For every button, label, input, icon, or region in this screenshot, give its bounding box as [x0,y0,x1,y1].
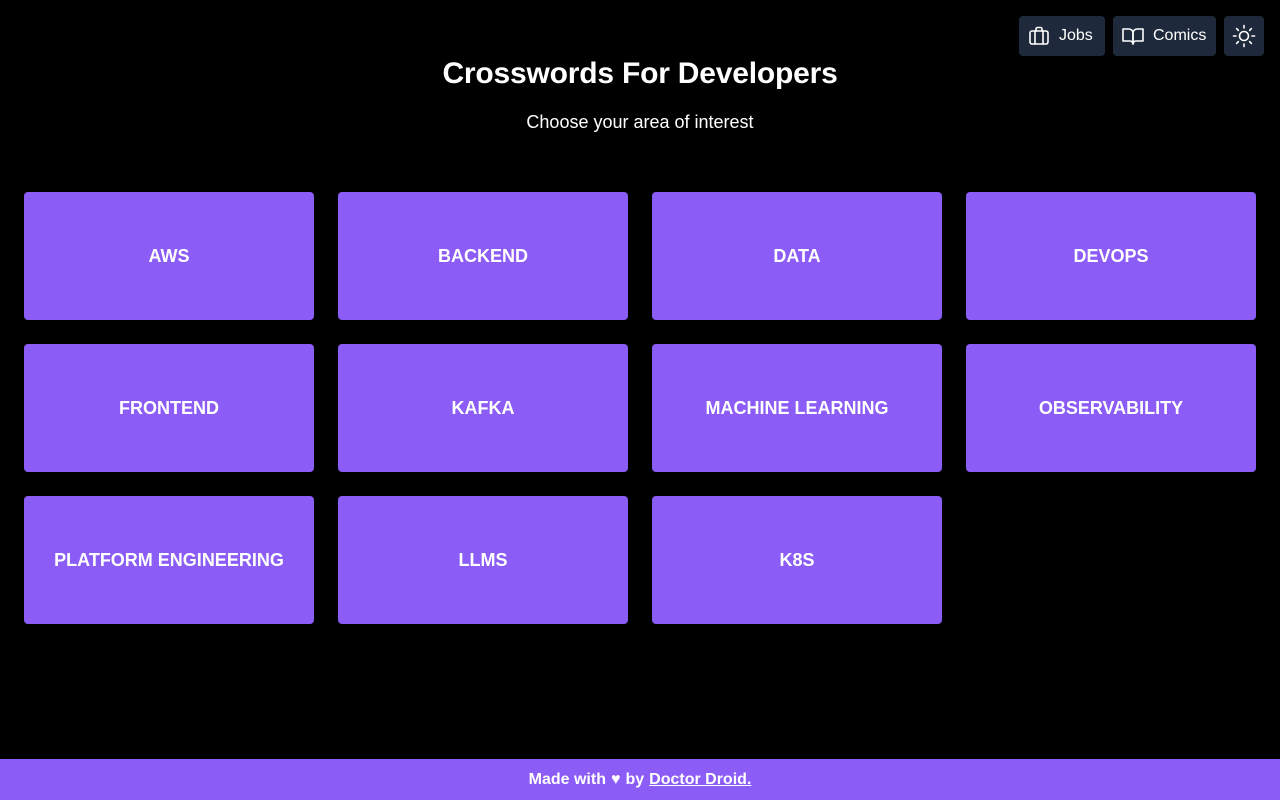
footer: Made with ♥ by Doctor Droid. [0,759,1280,800]
theme-toggle-button[interactable] [1224,16,1264,56]
doctor-droid-link[interactable]: Doctor Droid. [649,771,751,789]
topic-card-platform-engineering[interactable]: PLATFORM ENGINEERING [24,496,314,624]
footer-prefix: Made with [528,770,606,788]
topic-card-llms[interactable]: LLMS [338,496,628,624]
book-open-icon [1121,24,1145,48]
comics-label: Comics [1153,27,1207,44]
topic-card-devops[interactable]: DEVOPS [966,192,1256,320]
briefcase-icon [1027,24,1051,48]
page-subtitle: Choose your area of interest [526,112,754,132]
topic-card-data[interactable]: DATA [652,192,942,320]
sun-icon [1232,24,1256,48]
comics-button[interactable]: Comics [1113,16,1216,56]
page-title: Crosswords For Developers [442,57,838,90]
topic-card-observability[interactable]: OBSERVABILITY [966,344,1256,472]
topic-card-frontend[interactable]: FRONTEND [24,344,314,472]
jobs-button[interactable]: Jobs [1019,16,1105,56]
jobs-label: Jobs [1059,27,1093,44]
heart-icon: ♥ [610,770,621,788]
topic-card-aws[interactable]: AWS [24,192,314,320]
footer-by: by [625,770,645,788]
topic-grid: AWS BACKEND DATA DEVOPS FRONTEND KAFKA M… [24,192,1256,624]
topic-card-machine-learning[interactable]: MACHINE LEARNING [652,344,942,472]
top-nav: Jobs Comics [1019,16,1264,56]
topic-card-kafka[interactable]: KAFKA [338,344,628,472]
topic-card-backend[interactable]: BACKEND [338,192,628,320]
topic-card-k8s[interactable]: K8S [652,496,942,624]
